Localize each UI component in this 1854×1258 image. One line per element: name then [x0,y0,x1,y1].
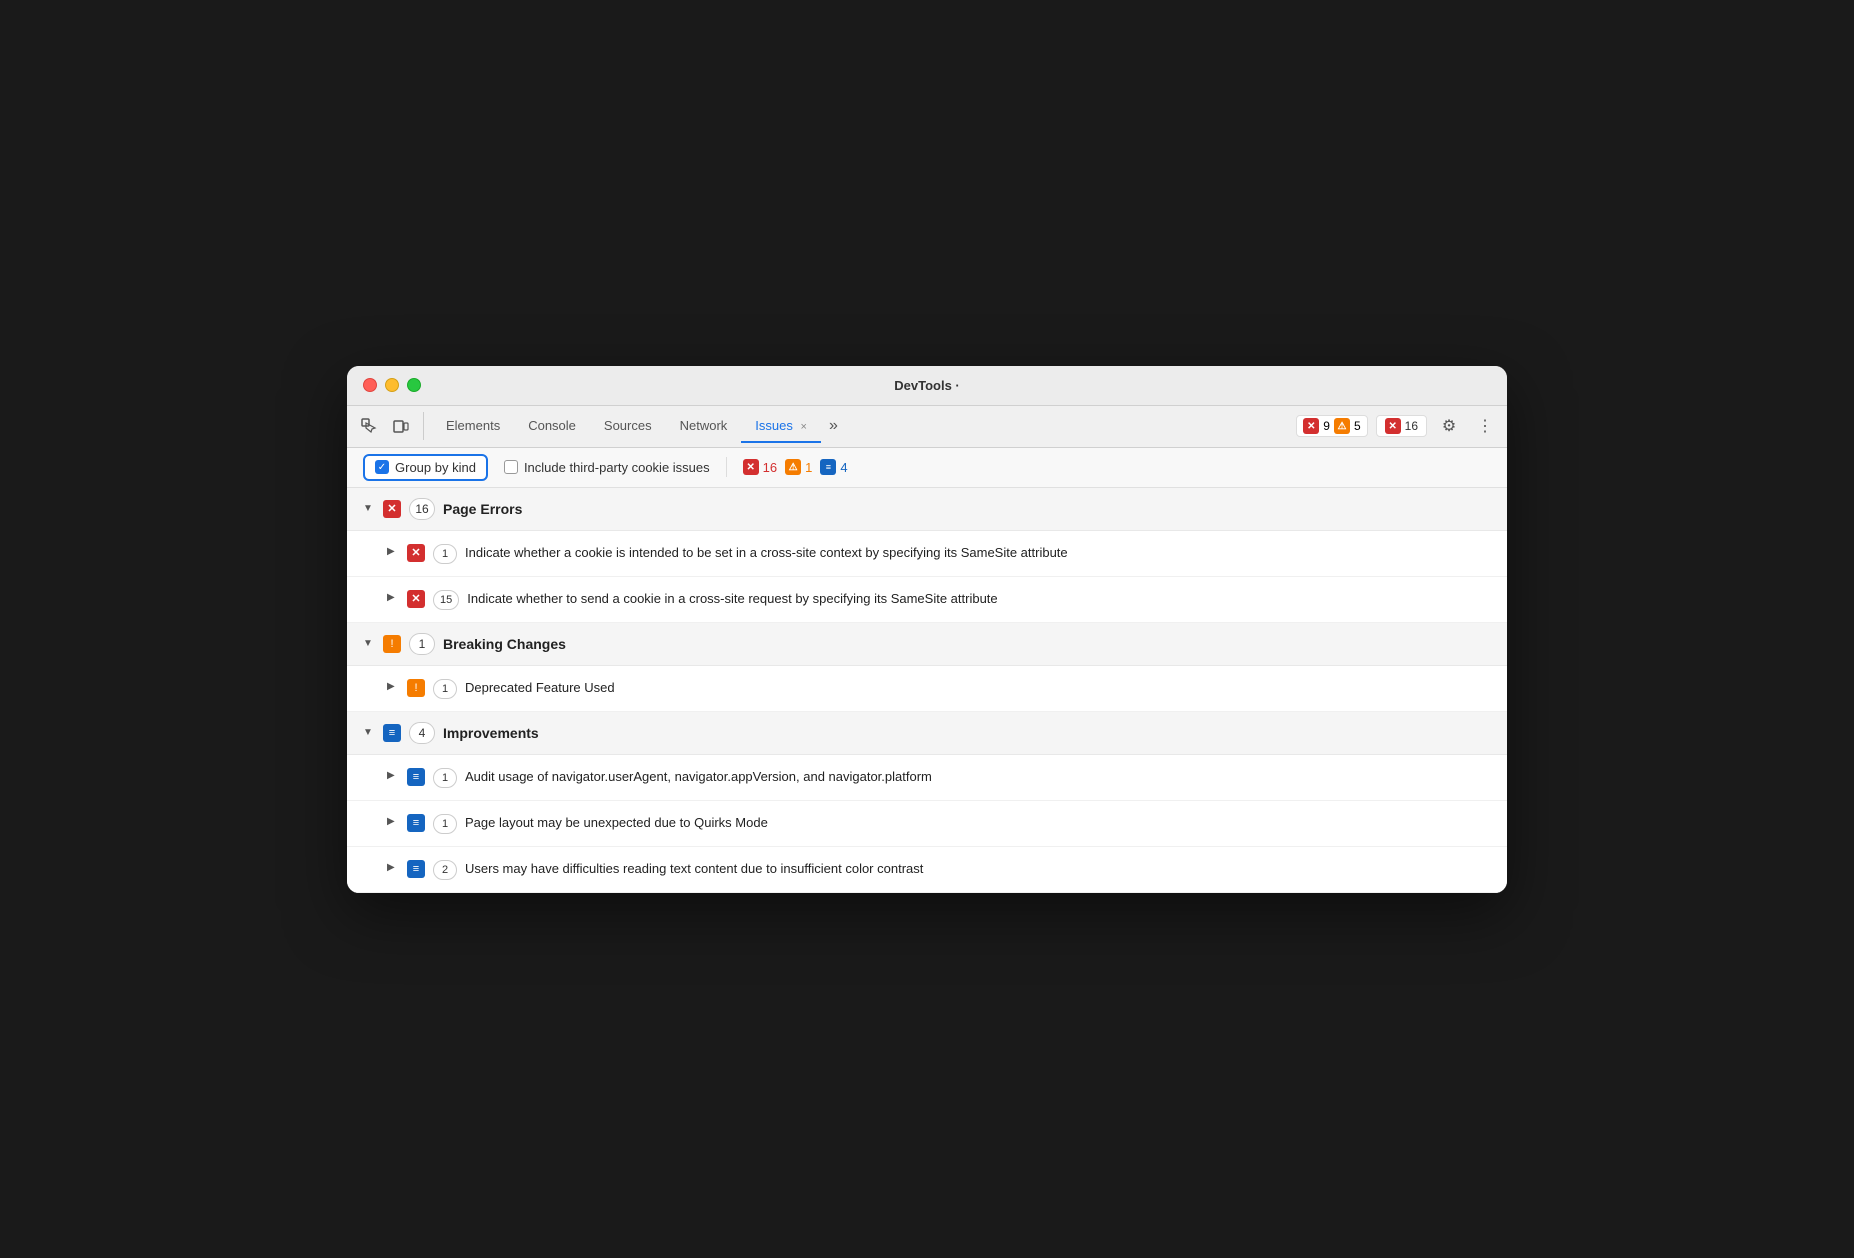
issue-type-icon: ✕ [407,544,425,562]
issues-count-badge: ✕ 16 [1376,415,1427,437]
chevron-right-icon: ▶ [387,816,399,827]
issue-type-icon: ≡ [407,860,425,878]
category-count: 16 [409,498,435,520]
category-type-icon: ≡ [383,724,401,742]
error-warning-badge: ✕ 9 ⚠ 5 [1296,415,1367,437]
tab-sources[interactable]: Sources [590,410,666,443]
tab-elements[interactable]: Elements [432,410,514,443]
tabs-list: Elements Console Sources Network Issues … [432,410,1296,443]
chevron-down-icon: ▼ [363,638,375,649]
warning-count: 5 [1354,419,1361,433]
category-type-icon: ! [383,635,401,653]
issue-text: Users may have difficulties reading text… [465,859,923,879]
issues-count: 16 [1405,419,1418,433]
issue-count: 1 [433,544,457,564]
error-count: 9 [1323,419,1330,433]
tab-actions: ✕ 9 ⚠ 5 ✕ 16 ⚙ ⋮ [1296,412,1499,440]
group-by-kind-label: Group by kind [395,460,476,475]
toolbar-error-icon: ✕ [743,459,759,475]
issues-error-icon: ✕ [1385,418,1401,434]
inspect-element-button[interactable] [355,412,383,440]
issue-row-cookie-samesite-2[interactable]: ▶ ✕ 15 Indicate whether to send a cookie… [347,577,1507,623]
group-by-kind-toggle[interactable]: ✓ Group by kind [363,454,488,481]
issue-type-icon: ≡ [407,814,425,832]
issue-row-quirks-mode[interactable]: ▶ ≡ 1 Page layout may be unexpected due … [347,801,1507,847]
tab-network[interactable]: Network [666,410,742,443]
toolbar-warning-count: 1 [805,460,812,475]
issue-row-deprecated-feature[interactable]: ▶ ! 1 Deprecated Feature Used [347,666,1507,712]
maximize-button[interactable] [407,378,421,392]
chevron-right-icon: ▶ [387,862,399,873]
issue-count: 15 [433,590,459,610]
traffic-lights [363,378,421,392]
category-title: Improvements [443,725,539,741]
third-party-toggle[interactable]: Include third-party cookie issues [504,460,710,475]
category-count: 1 [409,633,435,655]
toolbar-info-badge: ≡ 4 [820,459,847,475]
category-header-improvements[interactable]: ▼ ≡ 4 Improvements [347,712,1507,755]
toolbar-divider [726,457,727,477]
more-tabs-button[interactable]: » [821,413,846,439]
issue-count: 2 [433,860,457,880]
issue-text: Audit usage of navigator.userAgent, navi… [465,767,932,787]
chevron-down-icon: ▼ [363,727,375,738]
window-title: DevTools · [894,378,960,393]
category-count: 4 [409,722,435,744]
chevron-down-icon: ▼ [363,503,375,514]
chevron-right-icon: ▶ [387,592,399,603]
issue-count: 1 [433,679,457,699]
issues-content: ▼ ✕ 16 Page Errors ▶ ✕ 1 Indicate whethe… [347,488,1507,893]
third-party-checkbox[interactable] [504,460,518,474]
issues-toolbar: ✓ Group by kind Include third-party cook… [347,448,1507,488]
issue-type-icon: ≡ [407,768,425,786]
more-options-button[interactable]: ⋮ [1471,412,1499,440]
toolbar-warning-badge: ⚠ 1 [785,459,812,475]
chevron-right-icon: ▶ [387,770,399,781]
error-icon: ✕ [1303,418,1319,434]
tab-console[interactable]: Console [514,410,590,443]
minimize-button[interactable] [385,378,399,392]
category-type-icon: ✕ [383,500,401,518]
category-header-breaking-changes[interactable]: ▼ ! 1 Breaking Changes [347,623,1507,666]
chevron-right-icon: ▶ [387,546,399,557]
issue-type-icon: ! [407,679,425,697]
issue-text: Deprecated Feature Used [465,678,615,698]
chevron-right-icon: ▶ [387,681,399,692]
category-header-page-errors[interactable]: ▼ ✕ 16 Page Errors [347,488,1507,531]
category-title: Page Errors [443,501,522,517]
title-bar: DevTools · [347,366,1507,406]
devtools-window: DevTools · Elements Console [347,366,1507,893]
devtools-tabs-bar: Elements Console Sources Network Issues … [347,406,1507,448]
close-button[interactable] [363,378,377,392]
category-title: Breaking Changes [443,636,566,652]
toolbar-info-count: 4 [840,460,847,475]
issue-count: 1 [433,768,457,788]
toolbar-warning-icon: ⚠ [785,459,801,475]
issue-count: 1 [433,814,457,834]
warning-icon: ⚠ [1334,418,1350,434]
group-by-kind-checkbox[interactable]: ✓ [375,460,389,474]
issue-text: Page layout may be unexpected due to Qui… [465,813,768,833]
third-party-label: Include third-party cookie issues [524,460,710,475]
issue-type-icon: ✕ [407,590,425,608]
tab-close-icon[interactable]: × [801,421,807,433]
toolbar-info-icon: ≡ [820,459,836,475]
tab-icon-group [355,412,424,440]
issue-row-cookie-samesite-1[interactable]: ▶ ✕ 1 Indicate whether a cookie is inten… [347,531,1507,577]
settings-button[interactable]: ⚙ [1435,412,1463,440]
issue-row-color-contrast[interactable]: ▶ ≡ 2 Users may have difficulties readin… [347,847,1507,893]
toolbar-error-badge: ✕ 16 [743,459,777,475]
toolbar-error-count: 16 [763,460,777,475]
issue-text: Indicate whether to send a cookie in a c… [467,589,997,609]
tab-issues[interactable]: Issues × [741,410,821,443]
issue-text: Indicate whether a cookie is intended to… [465,543,1068,563]
device-toolbar-button[interactable] [387,412,415,440]
issue-row-navigator-audit[interactable]: ▶ ≡ 1 Audit usage of navigator.userAgent… [347,755,1507,801]
toolbar-badges: ✕ 16 ⚠ 1 ≡ 4 [743,459,848,475]
